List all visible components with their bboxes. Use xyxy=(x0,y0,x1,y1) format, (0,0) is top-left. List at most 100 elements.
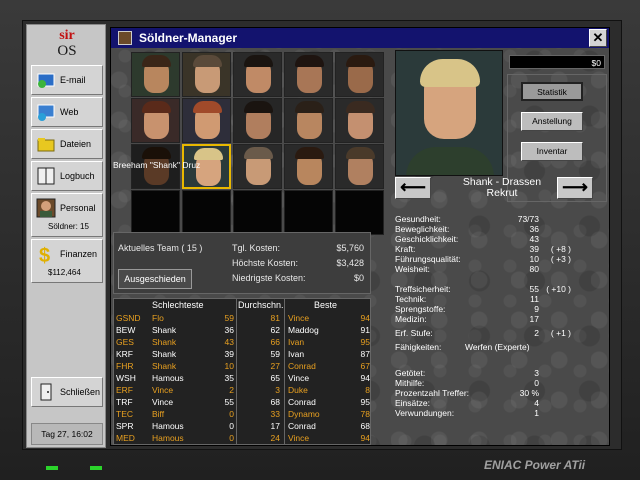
selected-merc-portrait xyxy=(395,50,503,176)
daily-cost-value: $5,760 xyxy=(336,243,364,253)
table-row: SPR Hamous 0 17 Conrad 68 xyxy=(114,421,370,433)
stat-label: Weisheit: xyxy=(395,264,430,274)
merc-portrait-13[interactable] xyxy=(233,144,282,189)
best-value: 87 xyxy=(360,349,370,359)
merc-portrait-10[interactable] xyxy=(335,98,384,143)
worst-merc: Shank xyxy=(152,361,177,371)
logo-bottom: OS xyxy=(57,43,77,59)
stat-value: 39 xyxy=(529,244,539,254)
employment-button[interactable]: Anstellung xyxy=(521,112,583,131)
merc-portrait-14[interactable] xyxy=(284,144,333,189)
average-value: 59 xyxy=(270,349,280,359)
best-value: 95 xyxy=(360,397,370,407)
brand-label: ENIAC Power ATii xyxy=(484,458,586,472)
next-merc-arrow-button[interactable]: ⟶ xyxy=(557,177,593,199)
worst-value: 43 xyxy=(224,337,234,347)
stat-label: Prozentzahl Treffer: xyxy=(395,388,470,398)
table-row: ERF Vince 2 3 Duke 8 xyxy=(114,385,370,397)
close-app-button[interactable]: Schließen xyxy=(31,377,103,407)
team-stats-table: Schlechteste Durchschn. Beste GSND Flo 59 8… xyxy=(113,298,371,445)
best-merc: Maddog xyxy=(288,325,319,335)
column-average: Durchschn. xyxy=(238,300,284,310)
stat-label: Getötet: xyxy=(395,368,426,378)
logbook-label: Logbuch xyxy=(60,171,95,181)
stat-label: Verwundungen: xyxy=(395,408,455,418)
merc-portrait-15[interactable] xyxy=(335,144,384,189)
table-row: TEC Biff 0 33 Dynamo 78 xyxy=(114,409,370,421)
finances-button[interactable]: $ Finanzen $112,464 xyxy=(31,239,103,283)
average-value: 3 xyxy=(275,385,280,395)
files-button[interactable]: Dateien xyxy=(31,129,103,159)
stat-value: 43 xyxy=(529,234,539,244)
best-value: 94 xyxy=(360,373,370,383)
stat-label: Führungsqualität: xyxy=(395,254,461,264)
balance-value: $112,464 xyxy=(48,268,81,277)
merc-portrait-1[interactable] xyxy=(131,52,180,97)
personnel-button[interactable]: Personal Söldner: 15 xyxy=(31,193,103,237)
worst-merc: Hamous xyxy=(152,421,184,431)
logbook-button[interactable]: Logbuch xyxy=(31,161,103,191)
current-team-label[interactable]: Aktuelles Team ( 15 ) xyxy=(118,243,202,253)
worst-value: 2 xyxy=(229,385,234,395)
merc-portrait-8[interactable] xyxy=(233,98,282,143)
stat-code: GSND xyxy=(116,313,141,323)
stat-code: KRF xyxy=(116,349,133,359)
window-icon xyxy=(118,31,132,45)
web-icon xyxy=(36,102,56,122)
stats-button[interactable]: Statistik xyxy=(521,82,583,101)
web-button[interactable]: Web xyxy=(31,97,103,127)
worst-merc: Shank xyxy=(152,349,177,359)
merc-portrait-7[interactable] xyxy=(182,98,231,143)
merc-portrait-3[interactable] xyxy=(233,52,282,97)
worst-merc: Hamous xyxy=(152,433,184,443)
merc-portrait-2[interactable] xyxy=(182,52,231,97)
min-cost-value: $0 xyxy=(353,273,364,283)
previous-merc-arrow-button[interactable]: ⟵ xyxy=(395,177,431,199)
stat-label: Sprengstoffe: xyxy=(395,304,446,314)
web-label: Web xyxy=(60,107,79,117)
worst-merc: Biff xyxy=(152,409,165,419)
best-merc: Dynamo xyxy=(288,409,320,419)
table-row: GES Shank 43 66 Ivan 95 xyxy=(114,337,370,349)
best-value: 94 xyxy=(360,433,370,443)
best-merc: Conrad xyxy=(288,361,316,371)
worst-value: 35 xyxy=(224,373,234,383)
best-merc: Conrad xyxy=(288,397,316,407)
best-value: 67 xyxy=(360,361,370,371)
merc-portrait-6[interactable] xyxy=(131,98,180,143)
best-value: 78 xyxy=(360,409,370,419)
sir-os-logo: sir OS xyxy=(27,25,107,63)
personnel-icon xyxy=(36,198,56,218)
stat-bonus: ( +3 ) xyxy=(550,254,571,264)
average-value: 27 xyxy=(270,361,280,371)
stat-code: TRF xyxy=(116,397,133,407)
worst-merc: Flo xyxy=(152,313,164,323)
merc-portrait-5[interactable] xyxy=(335,52,384,97)
merc-portrait-4[interactable] xyxy=(284,52,333,97)
stat-row: Getötet: 3 xyxy=(395,368,557,378)
stat-row: Führungsqualität: 10 ( +3 ) xyxy=(395,254,571,264)
email-button[interactable]: E-mail xyxy=(31,65,103,95)
window-close-button[interactable]: ✕ xyxy=(589,29,607,47)
stat-value: 80 xyxy=(529,264,539,274)
inventory-button[interactable]: Inventar xyxy=(521,142,583,161)
worst-merc: Vince xyxy=(152,397,174,407)
stat-bonus: ( +8 ) xyxy=(550,244,571,254)
stat-label: Mithilfe: xyxy=(395,378,425,388)
stat-label: Beweglichkeit: xyxy=(395,224,450,234)
stat-row: Einsätze: 4 xyxy=(395,398,557,408)
logo-top: sir xyxy=(59,28,75,43)
stat-bonus: ( +1 ) xyxy=(550,328,571,338)
stat-code: BEW xyxy=(116,325,136,335)
close-app-label: Schließen xyxy=(60,387,101,397)
stat-row: Fähigkeiten: Werfen (Experte) xyxy=(395,342,557,352)
table-row: TRF Vince 55 68 Conrad 95 xyxy=(114,397,370,409)
dismissed-button[interactable]: Ausgeschieden xyxy=(118,269,192,289)
best-merc: Vince xyxy=(288,373,310,383)
table-row: BEW Shank 36 62 Maddog 91 xyxy=(114,325,370,337)
worst-value: 39 xyxy=(224,349,234,359)
merc-portrait-9[interactable] xyxy=(284,98,333,143)
activity-led xyxy=(90,466,102,470)
table-row: KRF Shank 39 59 Ivan 87 xyxy=(114,349,370,361)
best-merc: Conrad xyxy=(288,421,316,431)
